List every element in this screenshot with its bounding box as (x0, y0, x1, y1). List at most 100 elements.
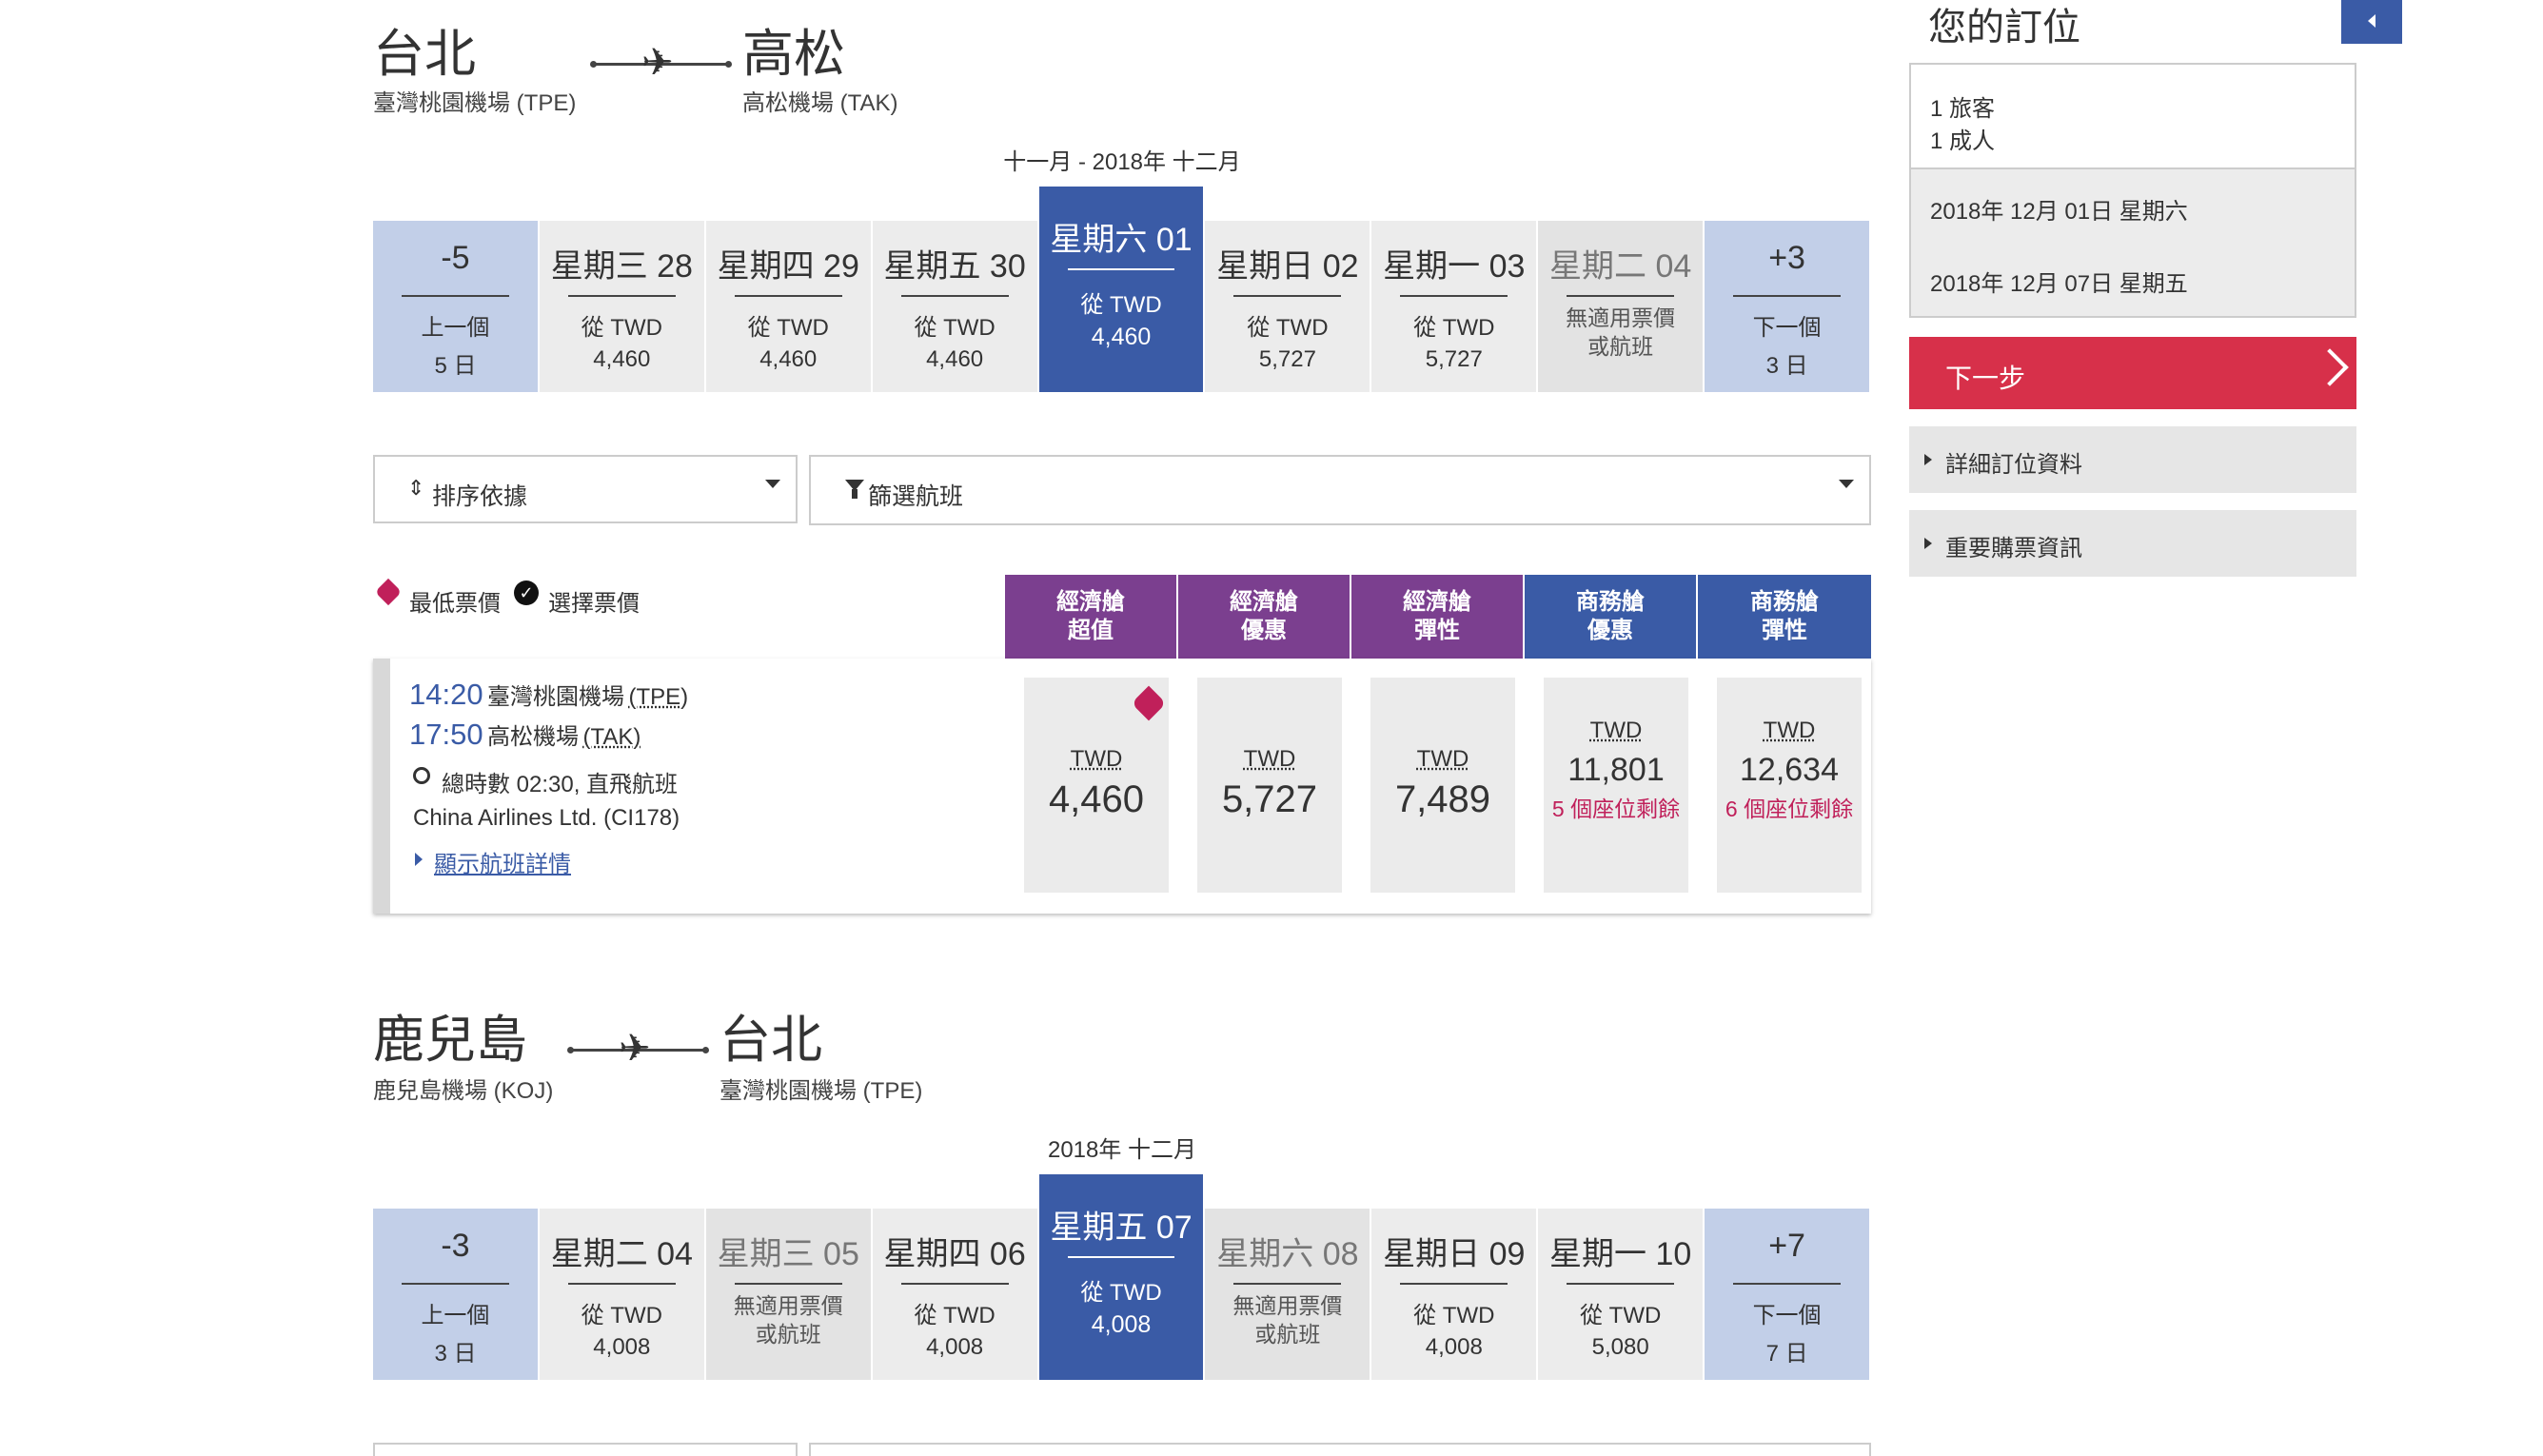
date-divider (1567, 295, 1675, 297)
date-price-prefix: 從 TWD (1413, 1303, 1495, 1328)
date-label: 星期四 06 (883, 1236, 1026, 1272)
date-label: 星期日 09 (1383, 1236, 1526, 1272)
outbound-date-cell-0[interactable]: -5 上一個 5 日 (373, 221, 540, 392)
date-price-value: 或航班 (755, 1322, 821, 1347)
date-label: 星期一 10 (1549, 1236, 1692, 1272)
check-circle-icon: ✓ (514, 580, 539, 605)
cabin-header-economy-promo: 經濟艙 優惠 (1178, 575, 1350, 659)
lowest-price-tag-icon (1131, 685, 1167, 721)
cabin-header-business-flex: 商務艙 彈性 (1698, 575, 1871, 659)
date-label: 星期三 28 (550, 248, 693, 285)
date-price-value: 4,460 (1091, 324, 1152, 350)
date-label: 星期四 29 (717, 248, 859, 285)
show-flight-details-link[interactable]: 顯示航班詳情 (434, 845, 571, 878)
outbound-date-cell-5[interactable]: 星期日 02 從 TWD 5,727 (1205, 221, 1372, 392)
arrival-time: 17:50 (409, 718, 483, 751)
date-divider (734, 1283, 842, 1285)
date-label: 星期五 30 (883, 248, 1026, 285)
date-price-prefix: 無適用票價 (1566, 305, 1676, 330)
next-step-button[interactable]: 下一步 (1909, 337, 2356, 409)
chevron-down-icon (765, 480, 780, 488)
date-price-value: 7 日 (1765, 1341, 1808, 1367)
date-label: 星期二 04 (1549, 248, 1692, 285)
inbound-filter-dropdown[interactable] (809, 1443, 1871, 1456)
fare-business-flex[interactable]: TWD 12,634 6 個座位剩餘 (1717, 678, 1862, 893)
date-price-value: 或航班 (1587, 334, 1654, 359)
date-price-prefix: 無適用票價 (1232, 1293, 1343, 1318)
outbound-date-cell-3[interactable]: 星期五 30 從 TWD 4,460 (872, 221, 1039, 392)
date-label: 星期五 07 (1050, 1210, 1193, 1246)
date-price-value: 5,727 (1425, 346, 1483, 372)
seats-remaining: 5 個座位剩餘 (1551, 797, 1681, 821)
date-price-prefix: 從 TWD (914, 1303, 996, 1328)
booking-details-label: 詳細訂位資料 (1945, 452, 2082, 478)
inbound-date-cell-5: 星期六 08 無適用票價 或航班 (1205, 1209, 1372, 1380)
important-info-toggle[interactable]: 重要購票資訊 (1909, 510, 2356, 577)
dates-box: 2018年 12月 01日 星期六 2018年 12月 07日 星期五 (1909, 169, 2356, 318)
inbound-from-city: 鹿兒島 (373, 1012, 527, 1069)
date-divider (567, 1283, 676, 1285)
date-price-value: 4,460 (926, 346, 984, 372)
date-divider (1733, 1283, 1842, 1285)
outbound-date-cell-4[interactable]: 星期六 01 從 TWD 4,460 (1038, 187, 1206, 392)
date-price-prefix: 上一個 (421, 1303, 490, 1328)
outbound-date-cell-8[interactable]: +3 下一個 3 日 (1705, 221, 1872, 392)
important-info-label: 重要購票資訊 (1945, 536, 2082, 561)
outbound-date: 2018年 12月 01日 星期六 (1930, 199, 2188, 225)
date-divider (1233, 295, 1342, 297)
departure-code: (TPE) (628, 684, 689, 710)
date-label: +3 (1768, 240, 1805, 276)
date-price-value: 3 日 (1765, 353, 1808, 379)
date-price-prefix: 上一個 (421, 315, 490, 341)
sort-label: 排序依據 (432, 483, 528, 510)
seats-remaining: 6 個座位剩餘 (1725, 797, 1854, 821)
outbound-date-cell-2[interactable]: 星期四 29 從 TWD 4,460 (705, 221, 873, 392)
date-price-value: 4,460 (593, 346, 651, 372)
date-price-value: 4,008 (926, 1334, 984, 1360)
chevron-right-icon (2311, 348, 2349, 386)
inbound-date-bar: -3 上一個 3 日星期二 04 從 TWD 4,008 星期三 05 無適用票價 或航班 星期… (373, 1174, 1872, 1380)
outbound-date-cell-6[interactable]: 星期一 03 從 TWD 5,727 (1371, 221, 1539, 392)
inbound-date-cell-8[interactable]: +7 下一個 7 日 (1705, 1209, 1872, 1380)
legend-lowest: 最低票價 (409, 591, 501, 617)
date-divider (1400, 295, 1508, 297)
outbound-from-city: 台北 (373, 26, 476, 83)
date-label: 星期日 02 (1216, 248, 1359, 285)
outbound-to-airport: 高松機場 (TAK) (742, 90, 898, 116)
filter-dropdown[interactable]: 篩選航班 (809, 455, 1871, 525)
date-price-value: 4,008 (593, 1334, 651, 1360)
booking-details-toggle[interactable]: 詳細訂位資料 (1909, 426, 2356, 493)
fare-economy-flex[interactable]: TWD 7,489 (1370, 678, 1515, 893)
booking-summary-title: 您的訂位 (1928, 7, 2080, 49)
date-price-prefix: 從 TWD (1080, 1280, 1162, 1306)
outbound-date-cell-1[interactable]: 星期三 28 從 TWD 4,460 (539, 221, 706, 392)
adults-count: 1 成人 (1930, 128, 1996, 154)
inbound-date-cell-3[interactable]: 星期四 06 從 TWD 4,008 (872, 1209, 1039, 1380)
sort-dropdown[interactable]: ⇕ 排序依據 (373, 455, 798, 523)
date-price-prefix: 從 TWD (1080, 292, 1162, 318)
caret-right-icon (1924, 454, 1932, 465)
fare-economy-super[interactable]: TWD 4,460 (1024, 678, 1169, 893)
inbound-date-cell-4[interactable]: 星期五 07 從 TWD 4,008 (1038, 1174, 1206, 1380)
date-label: -5 (441, 240, 470, 276)
outbound-to-city: 高松 (742, 26, 845, 83)
collapse-sidebar-button[interactable] (2341, 0, 2402, 44)
fare-economy-promo[interactable]: TWD 5,727 (1197, 678, 1342, 893)
date-divider (1400, 1283, 1508, 1285)
inbound-date-cell-6[interactable]: 星期日 09 從 TWD 4,008 (1371, 1209, 1539, 1380)
date-price-value: 5,080 (1591, 1334, 1649, 1360)
inbound-sort-dropdown[interactable] (373, 1443, 798, 1456)
date-label: 星期二 04 (550, 1236, 693, 1272)
date-price-prefix: 從 TWD (1247, 315, 1329, 341)
fare-business-promo[interactable]: TWD 11,801 5 個座位剩餘 (1544, 678, 1688, 893)
outbound-date-bar: -5 上一個 5 日 星期三 28 從 TWD 4,460 星期四 29 從 TWD 4,460… (373, 187, 1872, 392)
date-divider (1733, 295, 1842, 297)
date-divider (1067, 1256, 1175, 1258)
date-price-value: 或航班 (1254, 1322, 1321, 1347)
inbound-date-cell-7[interactable]: 星期一 10 從 TWD 5,080 (1538, 1209, 1705, 1380)
inbound-date-cell-0[interactable]: -3 上一個 3 日 (373, 1209, 540, 1380)
inbound-to-city: 台北 (720, 1012, 822, 1069)
legend-selected: 選擇票價 (548, 591, 640, 617)
date-divider (900, 295, 1009, 297)
inbound-date-cell-1[interactable]: 星期二 04 從 TWD 4,008 (539, 1209, 706, 1380)
